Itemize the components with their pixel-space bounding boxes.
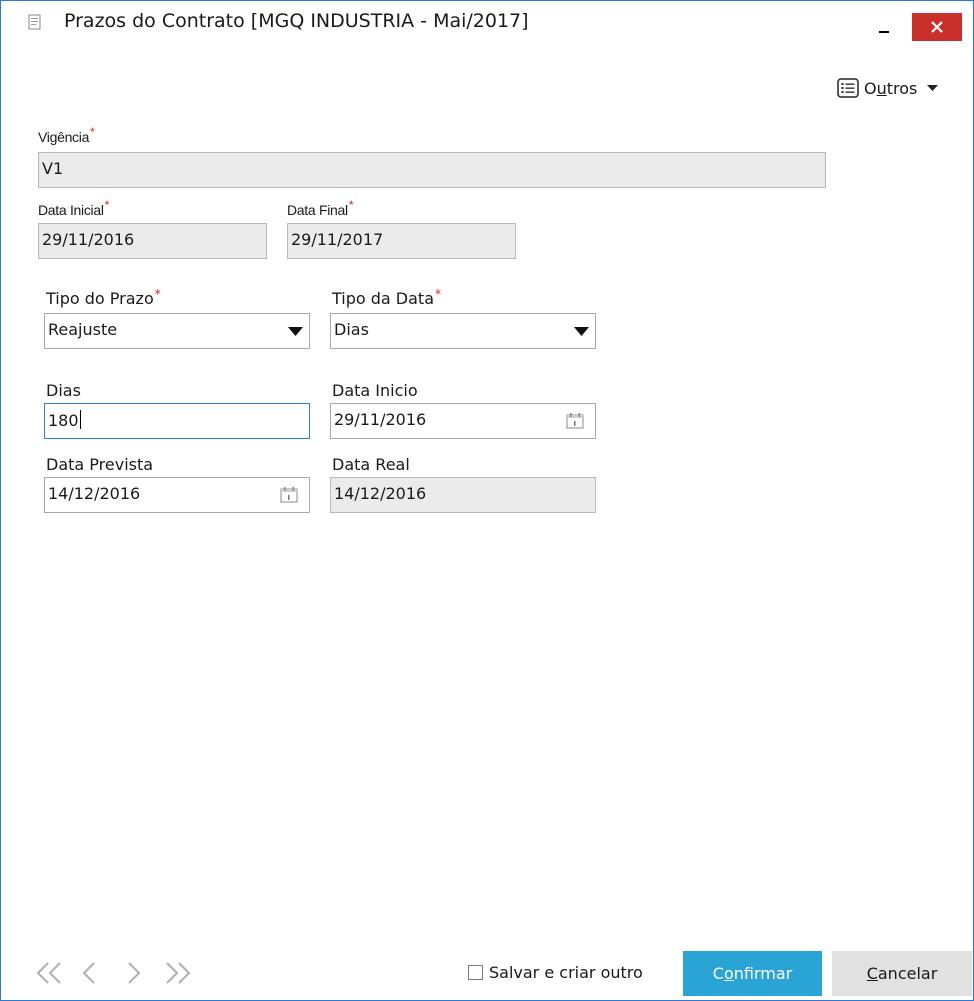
save-and-new-checkbox[interactable]: Salvar e criar outro [468, 963, 643, 982]
next-record-button[interactable] [124, 959, 144, 987]
save-and-new-label: Salvar e criar outro [489, 963, 643, 982]
data-inicial-label: Data Inicial* [38, 198, 110, 218]
data-prevista-value: 14/12/2016 [48, 484, 141, 503]
tipo-prazo-select[interactable]: Reajuste [44, 313, 310, 349]
tipo-data-label: Tipo da Data* [332, 287, 442, 308]
data-real-label: Data Real [332, 455, 410, 474]
calendar-icon[interactable] [280, 487, 298, 503]
chevron-right-icon [128, 962, 141, 984]
chevron-down-icon [927, 84, 939, 91]
document-icon [28, 14, 41, 30]
dias-value: 180 [48, 411, 79, 430]
previous-record-button[interactable] [79, 959, 99, 987]
data-inicio-label: Data Inicio [332, 381, 418, 400]
last-record-button[interactable] [163, 959, 193, 987]
double-chevron-right-icon [166, 962, 191, 984]
dialog-window: Prazos do Contrato [MGQ INDUSTRIA - Mai/… [0, 0, 974, 1001]
minimize-icon [879, 31, 889, 33]
double-chevron-left-icon [36, 962, 61, 984]
dias-input[interactable]: 180 [44, 403, 310, 439]
confirm-button[interactable]: Confirmar [683, 951, 822, 996]
cancel-button[interactable]: Cancelar [832, 951, 972, 996]
close-icon [931, 21, 943, 33]
text-cursor [79, 410, 81, 429]
vigencia-label: Vigência* [38, 125, 95, 145]
dropdown-arrow-icon [574, 327, 589, 336]
title-bar[interactable]: Prazos do Contrato [MGQ INDUSTRIA - Mai/… [1, 1, 973, 41]
data-real-field: 14/12/2016 [330, 477, 596, 513]
data-prevista-label: Data Prevista [46, 455, 154, 474]
data-final-field: 29/11/2017 [287, 223, 516, 259]
dias-label: Dias [46, 381, 81, 400]
outros-label: Outros [864, 78, 918, 98]
close-button[interactable] [912, 13, 962, 41]
tipo-prazo-value: Reajuste [48, 320, 118, 339]
list-icon [837, 78, 859, 98]
checkbox-box[interactable] [468, 965, 483, 980]
calendar-icon[interactable] [566, 413, 584, 429]
data-final-label: Data Final* [287, 198, 354, 218]
vigencia-field: V1 [38, 152, 826, 188]
minimize-button[interactable] [863, 13, 903, 37]
outros-menu-button[interactable]: Outros [837, 76, 939, 100]
window-title: Prazos do Contrato [MGQ INDUSTRIA - Mai/… [64, 10, 529, 32]
tipo-data-value: Dias [334, 320, 369, 339]
data-inicial-field: 29/11/2016 [38, 223, 267, 259]
tipo-prazo-label: Tipo do Prazo* [46, 287, 161, 308]
data-prevista-input[interactable]: 14/12/2016 [44, 477, 310, 513]
dropdown-arrow-icon [288, 327, 303, 336]
first-record-button[interactable] [34, 959, 64, 987]
chevron-left-icon [82, 962, 95, 984]
data-inicio-value: 29/11/2016 [334, 410, 427, 429]
tipo-data-select[interactable]: Dias [330, 313, 596, 349]
data-inicio-input[interactable]: 29/11/2016 [330, 403, 596, 439]
